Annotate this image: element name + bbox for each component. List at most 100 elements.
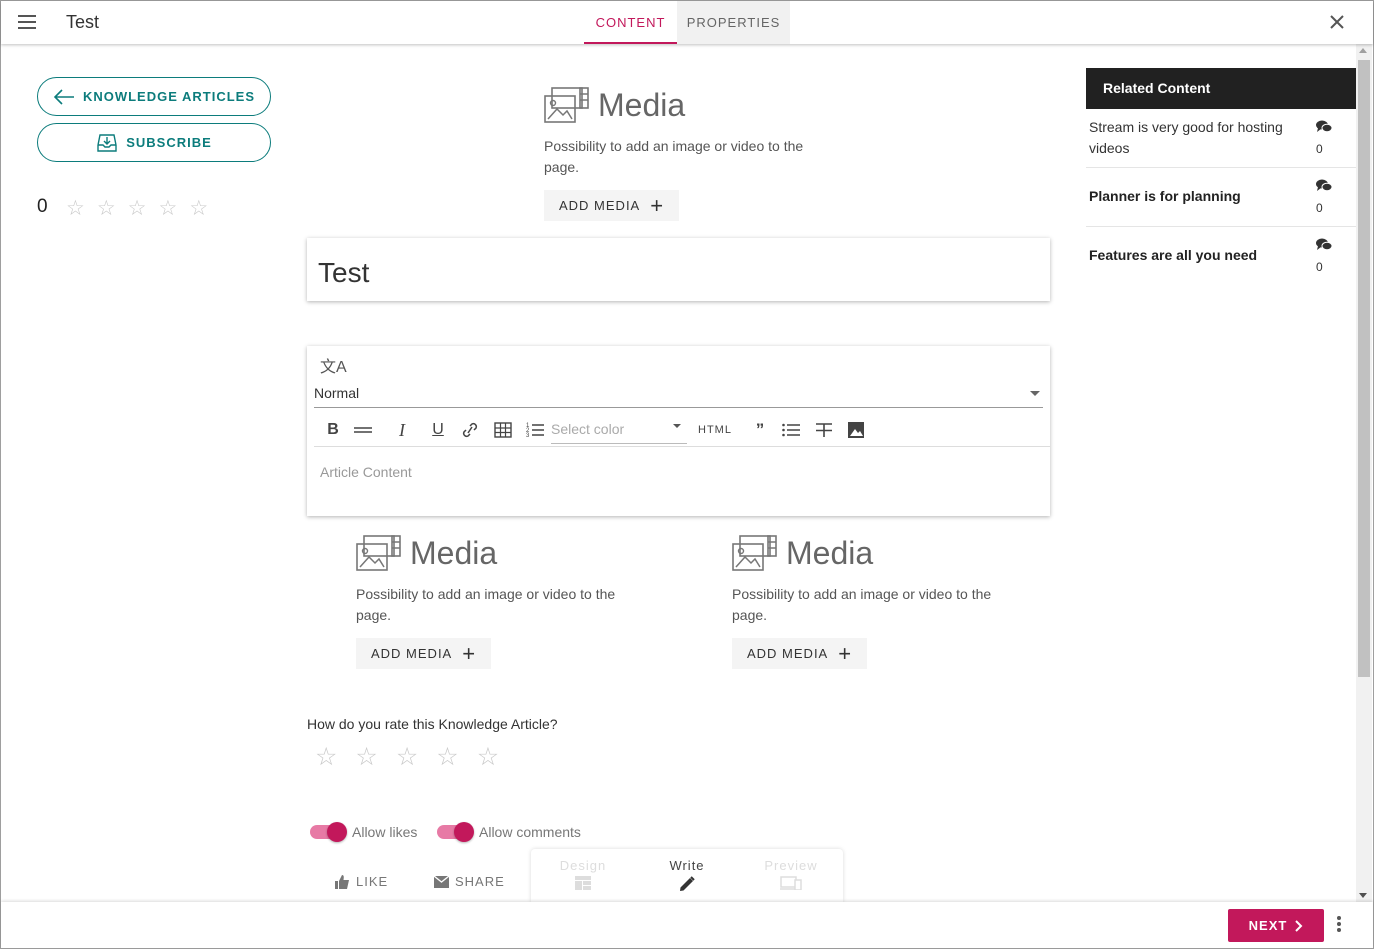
scrollbar-thumb[interactable] bbox=[1358, 60, 1370, 677]
comments-icon bbox=[1316, 179, 1332, 192]
like-label: LIKE bbox=[356, 874, 389, 889]
media-title: Media bbox=[410, 534, 498, 571]
more-options-icon[interactable] bbox=[1337, 916, 1343, 934]
toggle-switch[interactable] bbox=[437, 822, 474, 842]
arrow-left-icon bbox=[53, 88, 74, 105]
media-description: Possibility to add an image or video to … bbox=[732, 586, 992, 623]
chevron-down-icon bbox=[1030, 391, 1040, 396]
related-item[interactable]: Planner is for planning 0 bbox=[1086, 168, 1356, 227]
bullet-list-icon[interactable] bbox=[780, 418, 802, 442]
star-icon[interactable]: ☆ bbox=[355, 742, 377, 772]
plus-icon: + bbox=[462, 640, 477, 666]
scroll-down-icon[interactable] bbox=[1359, 893, 1367, 898]
star-icon: ☆ bbox=[96, 197, 116, 220]
media-block-top: Media Possibility to add an image or vid… bbox=[544, 86, 844, 221]
underline-icon[interactable]: U bbox=[427, 418, 449, 442]
media-block-left: Media Possibility to add an image or vid… bbox=[356, 534, 656, 669]
rating-count: 0 bbox=[37, 196, 48, 217]
devices-icon bbox=[780, 876, 802, 890]
article-rating-stars: ☆ ☆ ☆ ☆ ☆ bbox=[66, 196, 208, 221]
plus-icon: + bbox=[650, 192, 665, 218]
tab-properties[interactable]: PROPERTIES bbox=[677, 1, 790, 44]
media-title: Media bbox=[786, 534, 874, 571]
related-item[interactable]: Features are all you need 0 bbox=[1086, 227, 1356, 286]
subscribe-label: SUBSCRIBE bbox=[126, 135, 212, 150]
star-icon: ☆ bbox=[127, 197, 147, 220]
rating-question: How do you rate this Knowledge Article? bbox=[307, 716, 558, 732]
title-card bbox=[307, 238, 1050, 301]
star-icon[interactable]: ☆ bbox=[436, 742, 458, 772]
table-icon[interactable] bbox=[492, 418, 514, 442]
mode-write[interactable]: Write bbox=[635, 858, 739, 892]
html-button[interactable]: HTML bbox=[698, 418, 732, 442]
like-button[interactable]: LIKE bbox=[335, 874, 388, 889]
star-icon: ☆ bbox=[158, 197, 178, 220]
media-description: Possibility to add an image or video to … bbox=[356, 586, 616, 623]
scroll-up-icon[interactable] bbox=[1359, 48, 1367, 53]
toggle-switch[interactable] bbox=[310, 822, 347, 842]
color-select-placeholder: Select color bbox=[551, 421, 625, 437]
related-item-title: Features are all you need bbox=[1089, 247, 1258, 263]
share-label: SHARE bbox=[455, 874, 505, 889]
comment-count: 0 bbox=[1316, 260, 1323, 274]
bold-icon[interactable]: B bbox=[322, 418, 344, 442]
media-icon bbox=[544, 87, 589, 123]
media-title: Media bbox=[598, 86, 686, 123]
image-icon[interactable] bbox=[845, 418, 867, 442]
star-icon[interactable]: ☆ bbox=[477, 742, 499, 772]
related-content-heading: Related Content bbox=[1086, 68, 1356, 109]
next-button[interactable]: NEXT bbox=[1228, 909, 1324, 942]
tab-content[interactable]: CONTENT bbox=[584, 1, 677, 44]
strikethrough-icon[interactable] bbox=[813, 418, 835, 442]
comments-icon bbox=[1316, 238, 1332, 251]
mode-preview[interactable]: Preview bbox=[739, 858, 843, 890]
editor-toolbar: B I U 123 Select color HTML ” bbox=[314, 415, 1050, 447]
mail-icon bbox=[434, 875, 449, 888]
subscribe-button[interactable]: SUBSCRIBE bbox=[37, 123, 271, 162]
layout-icon bbox=[575, 876, 591, 890]
numbered-list-icon[interactable]: 123 bbox=[524, 418, 546, 442]
italic-icon[interactable]: I bbox=[391, 418, 413, 442]
link-icon[interactable] bbox=[459, 418, 481, 442]
related-item[interactable]: Stream is very good for hosting videos 0 bbox=[1086, 109, 1356, 168]
add-media-button[interactable]: ADD MEDIA + bbox=[732, 638, 868, 669]
add-media-button[interactable]: ADD MEDIA + bbox=[356, 638, 492, 669]
horizontal-rule-icon[interactable] bbox=[352, 418, 374, 442]
inbox-icon bbox=[97, 133, 117, 152]
article-content-editor[interactable]: Article Content bbox=[320, 464, 412, 480]
svg-text:3: 3 bbox=[526, 433, 530, 439]
star-icon[interactable]: ☆ bbox=[396, 742, 418, 772]
bottom-bar: NEXT bbox=[1, 902, 1373, 948]
comment-count: 0 bbox=[1316, 201, 1323, 215]
media-block-right: Media Possibility to add an image or vid… bbox=[732, 534, 1032, 669]
translate-icon[interactable]: 文A bbox=[320, 353, 347, 377]
allow-comments-label: Allow comments bbox=[479, 824, 581, 840]
top-bar: Test CONTENT PROPERTIES bbox=[1, 1, 1373, 44]
allow-comments-toggle[interactable]: Allow comments bbox=[437, 822, 581, 842]
share-button[interactable]: SHARE bbox=[434, 874, 505, 889]
add-media-label: ADD MEDIA bbox=[371, 646, 453, 661]
comment-count: 0 bbox=[1316, 142, 1323, 156]
paragraph-format-select[interactable]: Normal bbox=[314, 382, 1043, 408]
menu-icon[interactable] bbox=[18, 15, 36, 29]
plus-icon: + bbox=[838, 640, 853, 666]
color-select[interactable]: Select color bbox=[551, 418, 687, 444]
mode-switcher: Design Write Preview bbox=[531, 849, 843, 902]
article-title-input[interactable] bbox=[318, 257, 1018, 289]
media-description: Possibility to add an image or video to … bbox=[544, 138, 804, 175]
rich-text-editor: 文A Normal B I U 123 Select color HTML ” bbox=[307, 346, 1050, 516]
mode-design[interactable]: Design bbox=[531, 858, 635, 890]
add-media-label: ADD MEDIA bbox=[559, 198, 641, 213]
allow-likes-toggle[interactable]: Allow likes bbox=[310, 822, 417, 842]
add-media-button[interactable]: ADD MEDIA + bbox=[544, 190, 680, 221]
mode-design-label: Design bbox=[559, 858, 607, 873]
quote-icon[interactable]: ” bbox=[749, 418, 771, 442]
comments-icon bbox=[1316, 120, 1332, 133]
media-icon bbox=[356, 535, 401, 571]
star-icon[interactable]: ☆ bbox=[315, 742, 337, 772]
star-icon: ☆ bbox=[66, 197, 85, 220]
mode-preview-label: Preview bbox=[764, 858, 818, 873]
knowledge-articles-button[interactable]: KNOWLEDGE ARTICLES bbox=[37, 77, 271, 116]
add-media-label: ADD MEDIA bbox=[747, 646, 829, 661]
close-icon[interactable] bbox=[1327, 12, 1347, 32]
